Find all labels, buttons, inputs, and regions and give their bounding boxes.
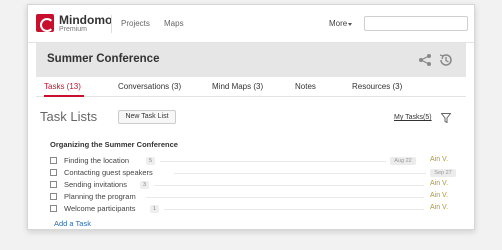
history-icon[interactable]	[438, 52, 454, 68]
task-comment-count: 3	[140, 181, 149, 189]
nav-projects-link[interactable]: Projects	[121, 19, 150, 28]
screenshot-frame: Mindomo Premium Projects Maps More Summe…	[0, 0, 502, 250]
tab-notes[interactable]: Notes	[295, 82, 316, 91]
task-lists-panel: Task Lists New Task List My Tasks(5) Org…	[36, 97, 466, 229]
task-checkbox[interactable]	[50, 169, 57, 176]
task-lists-heading: Task Lists	[40, 109, 98, 124]
task-row: Sending invitations 3 Ain V.	[50, 179, 450, 191]
task-row: Finding the location 5 Aug 22 Ain V.	[50, 155, 450, 167]
task-assignee[interactable]: Ain V.	[430, 204, 448, 211]
task-group-title: Organizing the Summer Conference	[50, 140, 178, 149]
task-divider-line	[160, 161, 386, 162]
task-name[interactable]: Sending invitations	[64, 180, 127, 189]
task-comment-count: 1	[150, 205, 159, 213]
new-task-list-button[interactable]: New Task List	[118, 110, 176, 124]
task-due-date: Sep 27	[430, 169, 456, 177]
brand-edition: Premium	[59, 26, 88, 33]
tab-conversations[interactable]: Conversations (3)	[118, 82, 181, 91]
task-divider-line	[164, 209, 424, 210]
project-header: Summer Conference	[36, 43, 466, 77]
task-name[interactable]: Contacting guest speakers	[64, 168, 153, 177]
task-row: Planning the program Ain V.	[50, 191, 450, 203]
task-name[interactable]: Finding the location	[64, 156, 129, 165]
filter-icon[interactable]	[441, 113, 451, 123]
more-menu-button[interactable]: More	[329, 19, 347, 28]
tab-mind-maps[interactable]: Mind Maps (3)	[212, 82, 263, 91]
task-divider-line	[154, 185, 424, 186]
brand-name: Mindomo	[59, 13, 113, 27]
task-assignee[interactable]: Ain V.	[430, 180, 448, 187]
nav-divider	[111, 15, 112, 33]
top-navigation-bar: Mindomo Premium Projects Maps More	[28, 5, 474, 43]
task-row: Contacting guest speakers Sep 27	[50, 167, 456, 179]
task-comment-count: 5	[146, 157, 155, 165]
project-tabs: Tasks (13) Conversations (3) Mind Maps (…	[36, 77, 466, 97]
tab-tasks[interactable]: Tasks (13)	[44, 82, 81, 91]
task-name[interactable]: Planning the program	[64, 192, 136, 201]
mindomo-logo-icon[interactable]	[36, 14, 54, 32]
tab-resources[interactable]: Resources (3)	[352, 82, 402, 91]
share-icon[interactable]	[418, 53, 432, 67]
task-checkbox[interactable]	[50, 205, 57, 212]
chevron-down-icon	[348, 23, 352, 26]
task-divider-line	[174, 173, 426, 174]
task-checkbox[interactable]	[50, 193, 57, 200]
task-checkbox[interactable]	[50, 181, 57, 188]
my-tasks-link[interactable]: My Tasks(5)	[394, 114, 432, 121]
nav-maps-link[interactable]: Maps	[164, 19, 184, 28]
task-row: Welcome participants 1 Ain V.	[50, 203, 450, 215]
task-due-date: Aug 22	[390, 157, 416, 165]
search-input[interactable]	[364, 16, 468, 31]
task-checkbox[interactable]	[50, 157, 57, 164]
add-task-link[interactable]: Add a Task	[54, 219, 91, 228]
task-assignee[interactable]: Ain V.	[430, 192, 448, 199]
task-assignee[interactable]: Ain V.	[430, 156, 448, 163]
task-name[interactable]: Welcome participants	[64, 204, 136, 213]
project-title: Summer Conference	[47, 53, 160, 65]
task-divider-line	[146, 197, 424, 198]
app-window: Mindomo Premium Projects Maps More Summe…	[27, 4, 475, 230]
